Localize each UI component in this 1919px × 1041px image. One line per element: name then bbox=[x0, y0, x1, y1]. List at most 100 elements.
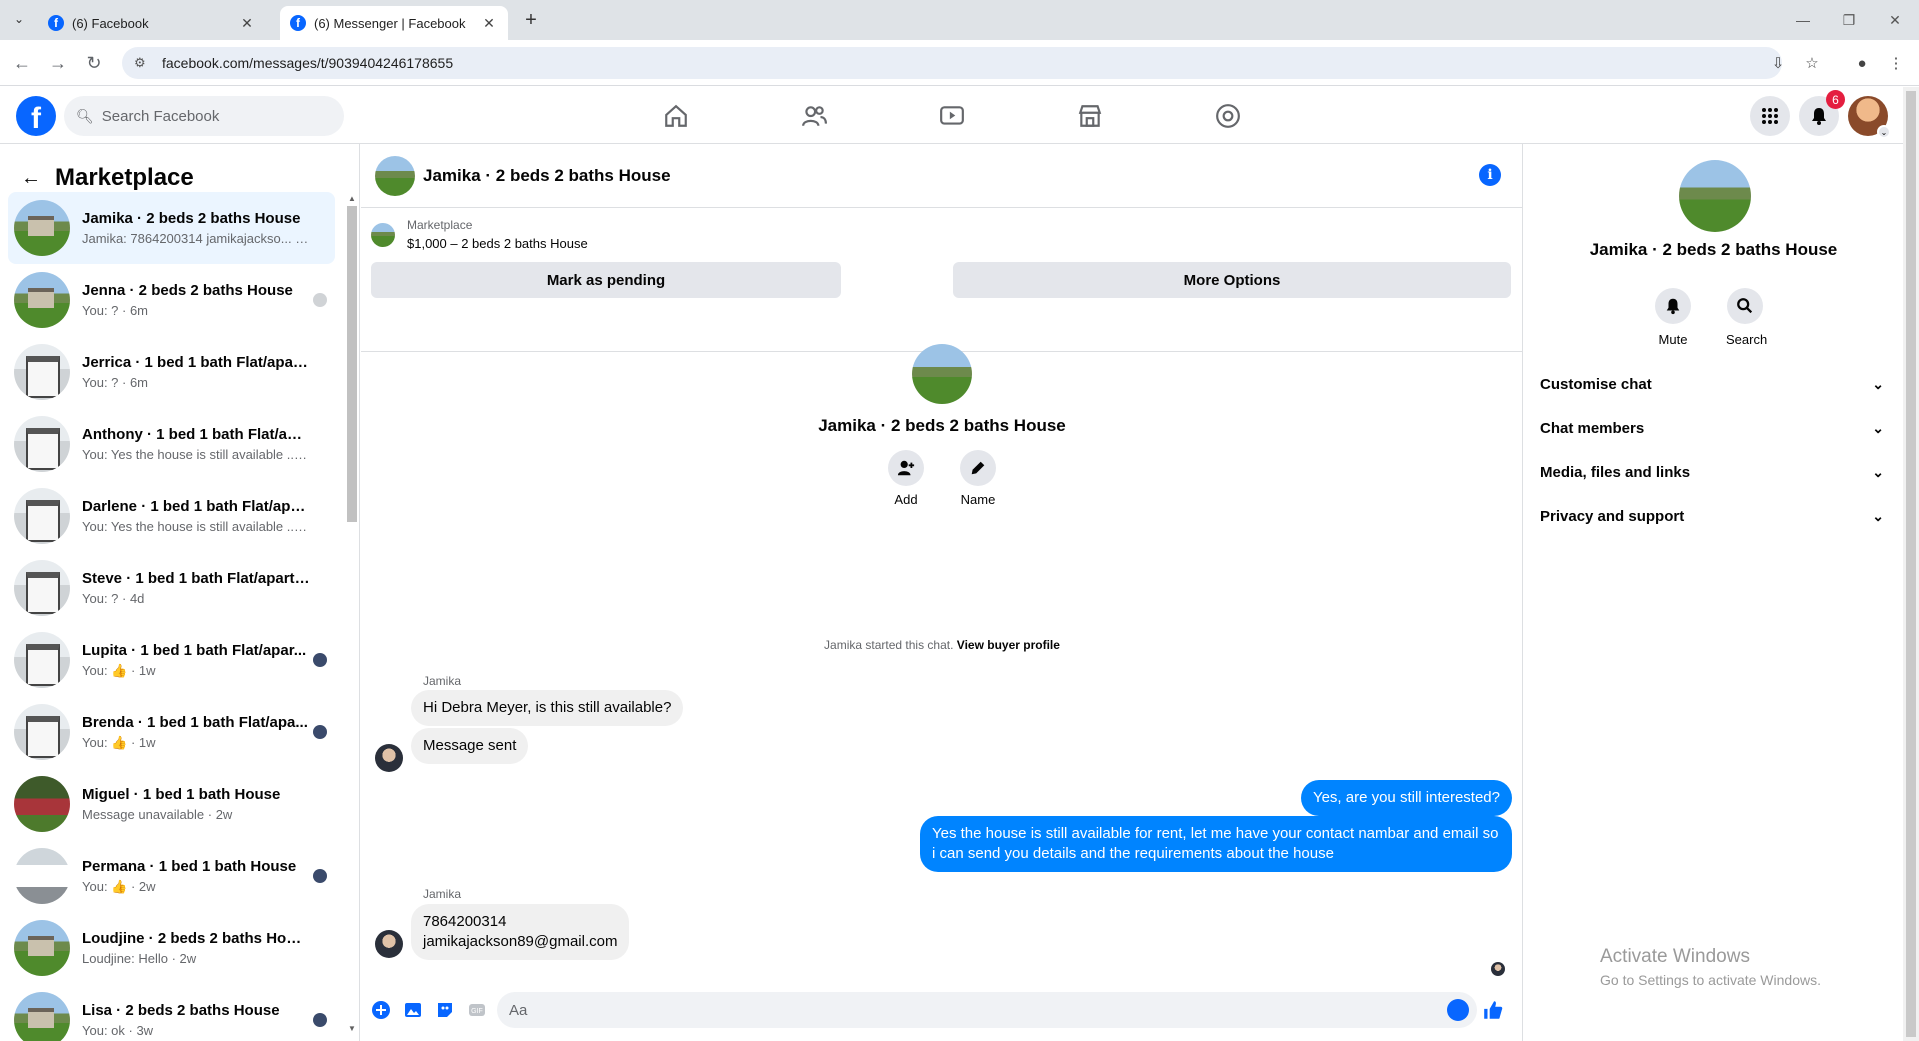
site-info-icon[interactable]: ⚙ bbox=[134, 55, 152, 71]
edit-name-button[interactable]: Name bbox=[954, 450, 1002, 507]
address-bar[interactable]: ⚙ facebook.com/messages/t/90394042461786… bbox=[122, 47, 1782, 79]
restore-window-icon[interactable]: ❐ bbox=[1826, 6, 1872, 34]
notifications-button[interactable]: 6 bbox=[1799, 90, 1845, 136]
close-tab-icon[interactable]: ✕ bbox=[238, 14, 256, 32]
view-buyer-profile-link[interactable]: View buyer profile bbox=[957, 638, 1060, 652]
conversation-item[interactable]: Darlene · 1 bed 1 bath Flat/apart... You:… bbox=[8, 480, 335, 552]
sticker-icon[interactable] bbox=[431, 996, 459, 1024]
bookmark-star-icon[interactable]: ☆ bbox=[1800, 51, 1824, 75]
conversation-name: Jerrica · 1 bed 1 bath Flat/apart... bbox=[82, 354, 310, 371]
incoming-message[interactable]: 7864200314 jamikajackson89@gmail.com bbox=[411, 904, 630, 960]
tab-search-dropdown-icon[interactable]: ⌄ bbox=[8, 8, 30, 30]
chat-avatar[interactable] bbox=[375, 155, 415, 196]
friends-icon bbox=[802, 106, 827, 127]
section-media-files-links[interactable]: Media, files and links ⌄ bbox=[1540, 452, 1890, 492]
browser-tab-facebook[interactable]: f (6) Facebook ✕ bbox=[38, 6, 266, 40]
conversation-item[interactable]: Steve · 1 bed 1 bath Flat/apartm... You: … bbox=[8, 552, 335, 624]
facebook-logo[interactable]: f bbox=[16, 96, 56, 136]
conversation-preview: Loudjine: Hello · 2w bbox=[82, 951, 197, 966]
menu-grid-button[interactable] bbox=[1750, 96, 1790, 136]
browser-menu-icon[interactable]: ⋮ bbox=[1884, 51, 1908, 75]
section-customise-chat[interactable]: Customise chat ⌄ bbox=[1540, 364, 1890, 404]
section-chat-members[interactable]: Chat members ⌄ bbox=[1540, 408, 1890, 448]
scrollbar-thumb[interactable] bbox=[1906, 91, 1916, 1037]
plus-icon[interactable] bbox=[367, 996, 395, 1024]
conversation-item[interactable]: Permana · 1 bed 1 bath House You: 👍 · 2w bbox=[8, 840, 335, 912]
close-tab-icon[interactable]: ✕ bbox=[480, 14, 498, 32]
marketplace-label: Marketplace bbox=[407, 218, 473, 232]
conversation-thumbnail bbox=[14, 992, 70, 1041]
profile-icon[interactable]: ● bbox=[1850, 51, 1874, 75]
bell-icon bbox=[1655, 288, 1691, 324]
outgoing-message[interactable]: Yes, are you still interested? bbox=[1300, 780, 1512, 816]
nav-gaming[interactable] bbox=[1172, 91, 1284, 141]
conversation-item[interactable]: Lisa · 2 beds 2 baths House You: ok · 3w bbox=[8, 984, 335, 1041]
conversation-item[interactable]: Loudjine · 2 beds 2 baths House Loudjine:… bbox=[8, 912, 335, 984]
mark-as-pending-button[interactable]: Mark as pending bbox=[371, 262, 841, 298]
message-line: jamikajackson89@gmail.com bbox=[423, 933, 618, 950]
chat-title[interactable]: Jamika · 2 beds 2 baths House bbox=[423, 166, 671, 186]
chevron-down-icon: ⌄ bbox=[1877, 125, 1891, 139]
conversation-preview: You: 👍 · 1w bbox=[82, 662, 156, 678]
sender-avatar[interactable] bbox=[375, 744, 403, 772]
chat-intro: Jamika · 2 beds 2 baths House Add Name bbox=[361, 344, 1523, 507]
nav-friends[interactable] bbox=[758, 91, 870, 141]
conversation-item[interactable]: Anthony · 1 bed 1 bath Flat/apar... You: … bbox=[8, 408, 335, 480]
listing-info[interactable]: Marketplace $1,000 – 2 beds 2 baths Hous… bbox=[371, 218, 588, 251]
conversation-preview: You: ? · 4d bbox=[82, 591, 145, 606]
search-input[interactable] bbox=[101, 107, 322, 125]
conversation-thumbnail bbox=[14, 920, 70, 976]
reload-icon[interactable]: ↻ bbox=[82, 51, 106, 75]
info-icon[interactable]: i bbox=[1479, 164, 1501, 186]
search-label: Search bbox=[1726, 332, 1768, 347]
conversation-item[interactable]: Jenna · 2 beds 2 baths House You: ? · 6m bbox=[8, 264, 335, 336]
conversation-item[interactable]: Jamika · 2 beds 2 baths House Jamika: 786… bbox=[8, 192, 335, 264]
outgoing-message[interactable]: Yes the house is still available for ren… bbox=[920, 816, 1512, 872]
close-window-icon[interactable]: ✕ bbox=[1872, 6, 1918, 34]
forward-icon[interactable]: → bbox=[46, 51, 70, 75]
account-avatar[interactable]: ⌄ bbox=[1848, 96, 1891, 139]
conversation-name: Jamika · 2 beds 2 baths House bbox=[82, 210, 301, 227]
mute-button[interactable]: Mute bbox=[1654, 288, 1692, 347]
conversation-item[interactable]: Brenda · 1 bed 1 bath Flat/apa... You: 👍 … bbox=[8, 696, 335, 768]
section-label: Privacy and support bbox=[1540, 507, 1685, 525]
gif-icon[interactable]: GIF bbox=[463, 996, 491, 1024]
search-in-chat-button[interactable]: Search bbox=[1726, 288, 1768, 347]
incoming-message[interactable]: Message sent bbox=[411, 728, 529, 764]
message-input-container[interactable] bbox=[497, 992, 1477, 1028]
add-people-button[interactable]: Add bbox=[882, 450, 930, 507]
photo-icon[interactable] bbox=[399, 996, 427, 1024]
conversation-item[interactable]: Lupita · 1 bed 1 bath Flat/apar... You: 👍… bbox=[8, 624, 335, 696]
emoji-icon[interactable] bbox=[1447, 999, 1469, 1021]
incoming-message[interactable]: Hi Debra Meyer, is this still available? bbox=[411, 690, 684, 726]
sidebar-scrollbar[interactable]: ▲ ▼ bbox=[347, 194, 357, 1034]
started-text: Jamika started this chat. bbox=[824, 638, 954, 652]
nav-video[interactable] bbox=[896, 91, 1008, 141]
browser-tab-messenger[interactable]: f (6) Messenger | Facebook ✕ bbox=[280, 6, 508, 40]
install-app-icon[interactable]: ⇩ bbox=[1766, 51, 1790, 75]
sender-avatar[interactable] bbox=[375, 930, 403, 958]
nav-marketplace[interactable] bbox=[1034, 91, 1146, 141]
nav-home[interactable] bbox=[620, 91, 732, 141]
back-icon[interactable]: ← bbox=[10, 51, 34, 75]
more-options-button[interactable]: More Options bbox=[953, 262, 1511, 298]
add-person-icon bbox=[888, 450, 924, 486]
scroll-up-icon[interactable]: ▲ bbox=[347, 194, 357, 203]
message-input[interactable] bbox=[509, 1001, 1429, 1019]
chat-panel: Jamika · 2 beds 2 baths House i Marketpl… bbox=[361, 144, 1523, 1041]
conversation-item[interactable]: Jerrica · 1 bed 1 bath Flat/apart... You:… bbox=[8, 336, 335, 408]
minimize-window-icon[interactable]: — bbox=[1780, 6, 1826, 34]
conversation-name: Lupita · 1 bed 1 bath Flat/apar... bbox=[82, 641, 307, 659]
scroll-down-icon[interactable]: ▼ bbox=[347, 1024, 357, 1033]
conversation-item[interactable]: Miguel · 1 bed 1 bath House Message unava… bbox=[8, 768, 335, 840]
section-privacy-support[interactable]: Privacy and support ⌄ bbox=[1540, 496, 1890, 536]
conversation-name: Permana · 1 bed 1 bath House bbox=[82, 857, 297, 875]
new-tab-button[interactable]: + bbox=[519, 8, 543, 32]
scrollbar-thumb[interactable] bbox=[347, 206, 357, 522]
page-scrollbar[interactable] bbox=[1903, 87, 1919, 1041]
conversation-thumbnail bbox=[14, 776, 70, 832]
svg-text:GIF: GIF bbox=[471, 1008, 483, 1015]
facebook-search[interactable]: 🔍︎ bbox=[64, 96, 344, 136]
thumbs-up-icon[interactable] bbox=[1479, 996, 1507, 1024]
back-arrow-icon[interactable]: ← bbox=[13, 160, 49, 196]
